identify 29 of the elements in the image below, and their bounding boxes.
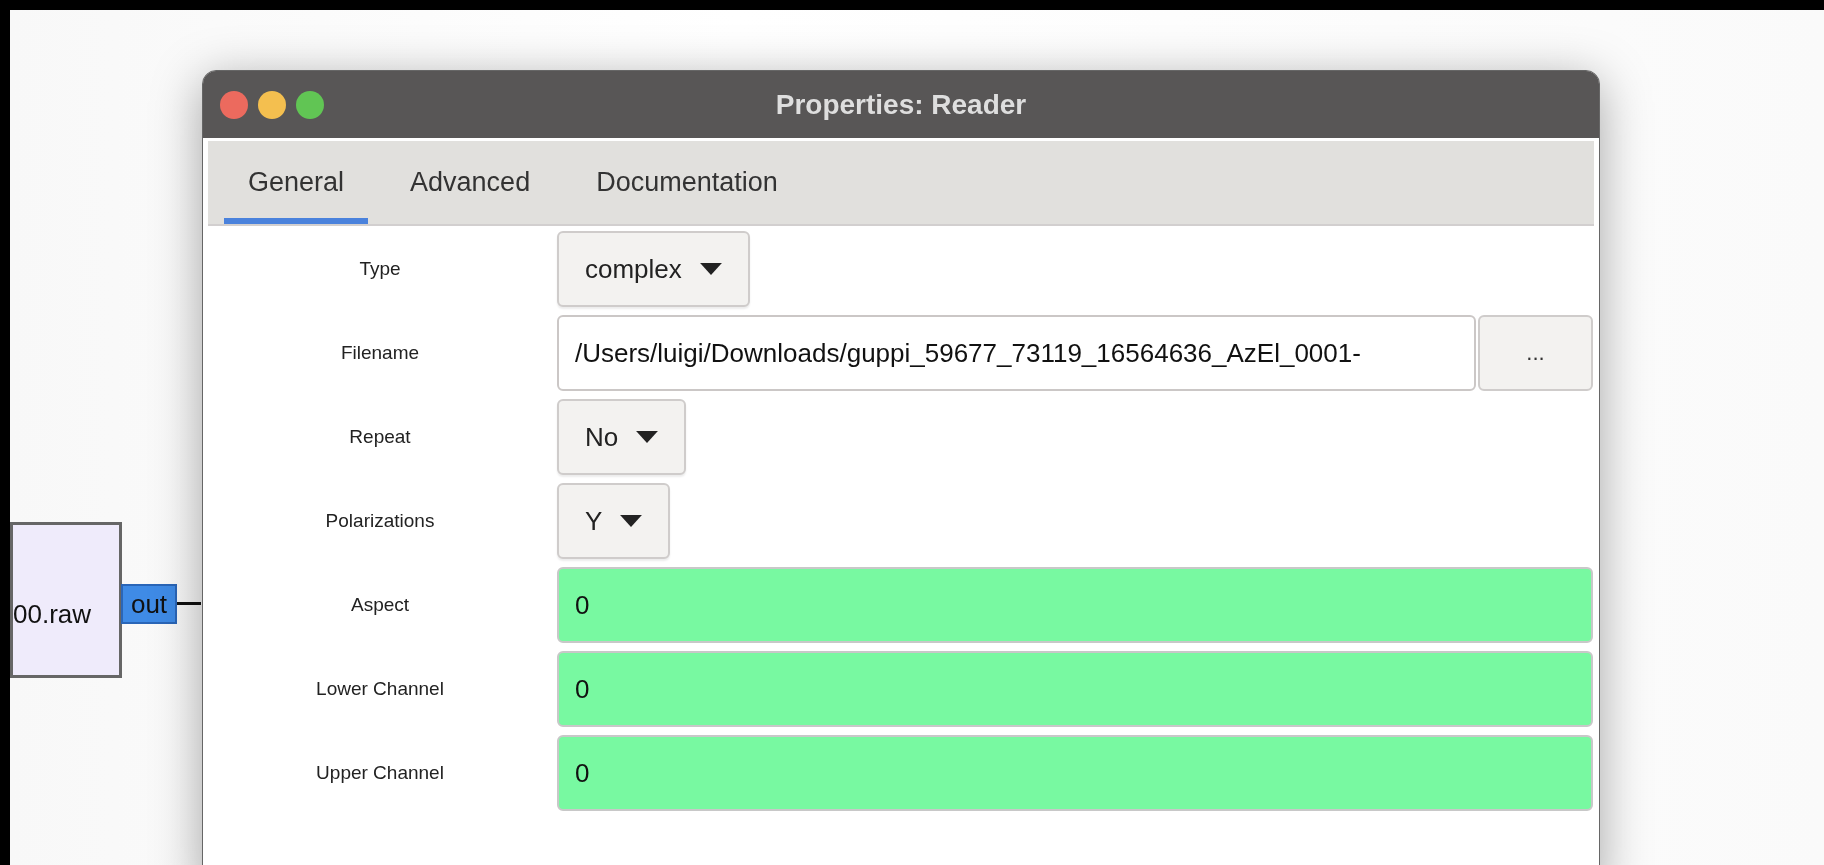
output-port[interactable]: out xyxy=(121,584,177,624)
tab[interactable]: Documentation xyxy=(572,141,802,224)
tab[interactable]: General xyxy=(224,141,369,224)
tab[interactable]: Advanced xyxy=(386,141,555,224)
field-label: Polarizations xyxy=(324,509,436,533)
dropdown[interactable]: complex xyxy=(557,231,750,307)
field-label: Filename xyxy=(339,341,421,365)
dropdown[interactable]: No xyxy=(557,399,687,475)
caret-icon xyxy=(620,515,643,527)
dropdown[interactable]: Y xyxy=(557,483,671,559)
field-label: Repeat xyxy=(348,425,412,449)
field-label: Aspect xyxy=(349,593,411,617)
block-label: 00.raw xyxy=(13,598,92,630)
flowgraph-block[interactable]: 00.raw xyxy=(10,522,122,678)
close-button-icon[interactable] xyxy=(220,90,248,119)
window-title: Properties: Reader xyxy=(775,88,1027,121)
input-field[interactable]: 0 xyxy=(557,651,1593,727)
input-field[interactable]: /Users/luigi/Downloads/guppi_59677_73119_16564636_AzEl_0001- xyxy=(557,315,1476,391)
zoom-button-icon[interactable] xyxy=(296,90,324,119)
minimize-button-icon[interactable] xyxy=(258,90,286,119)
browse-button[interactable]: ... xyxy=(1478,315,1593,391)
input-field[interactable]: 0 xyxy=(557,567,1593,643)
field-label: Upper Channel xyxy=(315,761,445,785)
field-label: Type xyxy=(358,257,402,281)
input-field[interactable]: 0 xyxy=(557,735,1593,811)
field-label: Lower Channel xyxy=(315,677,445,701)
caret-icon xyxy=(699,263,722,275)
connection-line xyxy=(177,602,201,605)
caret-icon xyxy=(636,431,659,443)
